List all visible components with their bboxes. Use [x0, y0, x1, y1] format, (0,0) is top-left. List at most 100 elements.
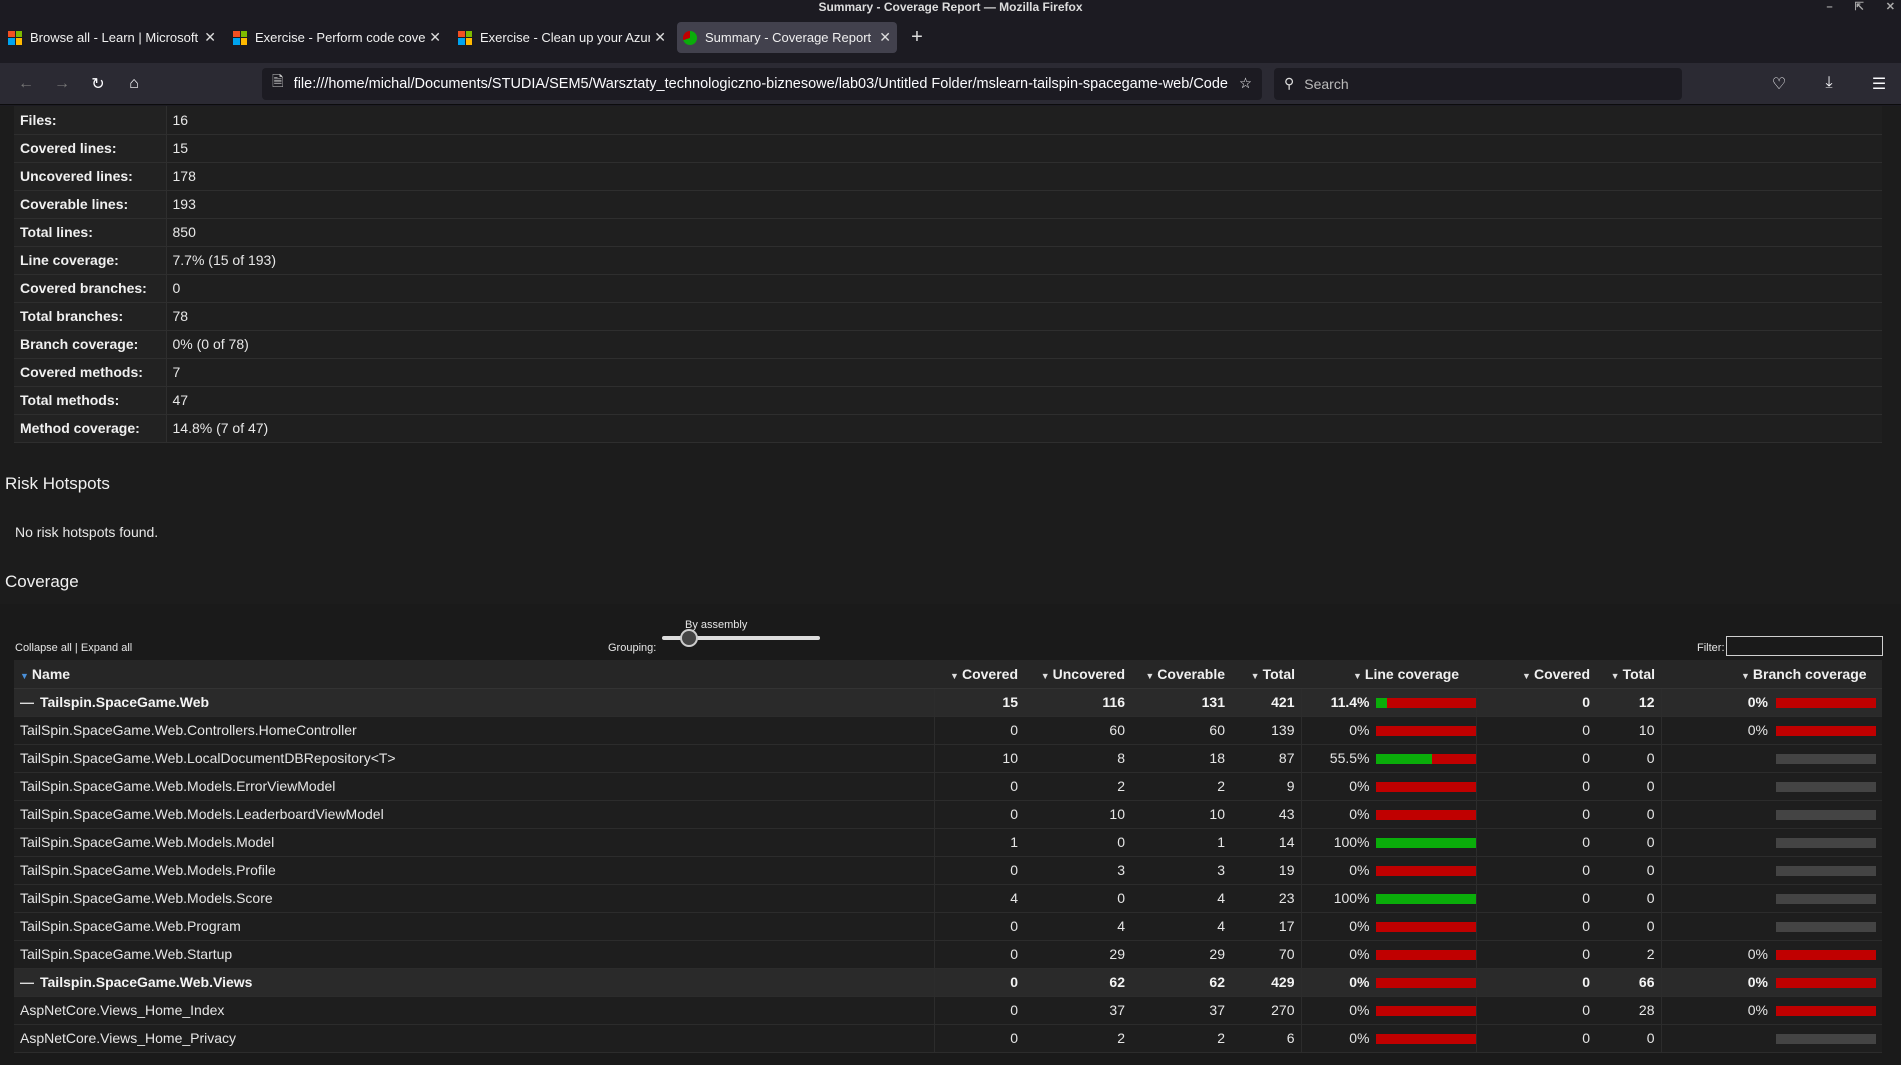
sort-arrow-icon: ▼ [1522, 670, 1531, 681]
class-row[interactable]: AspNetCore.Views_Home_Privacy 0 2 2 6 0% 0 0 [14, 1024, 1882, 1053]
download-icon[interactable]: ⤓ [1811, 74, 1847, 94]
restore-icon[interactable]: ⇱ [1855, 0, 1864, 14]
header-branch-total[interactable]: ▼ Total [1596, 660, 1661, 689]
name-cell: TailSpin.SpaceGame.Web.Controllers.HomeC… [14, 716, 935, 745]
url-text[interactable]: file:///home/michal/Documents/STUDIA/SEM… [294, 76, 1231, 92]
header-total[interactable]: ▼ Total [1231, 660, 1301, 689]
sort-arrow-icon: ▼ [1040, 670, 1050, 681]
forward-icon[interactable]: → [44, 75, 80, 93]
summary-row: Coverable lines: 193 [14, 190, 1882, 218]
url-bar[interactable]: 🗎 file:///home/michal/Documents/STUDIA/S… [262, 67, 1262, 100]
pocket-icon[interactable]: ♡ [1761, 74, 1797, 94]
line-coverage-cell: 0% [1300, 1024, 1476, 1053]
class-row[interactable]: TailSpin.SpaceGame.Web.Models.Leaderboar… [14, 800, 1882, 829]
branch-coverage-bar-empty [1776, 894, 1876, 905]
bookmark-star-icon[interactable]: ☆ [1239, 76, 1252, 92]
class-link[interactable]: TailSpin.SpaceGame.Web.Models.Score [20, 890, 273, 906]
collapse-all-link[interactable]: Collapse all [15, 642, 72, 654]
close-tab-icon[interactable]: ✕ [429, 29, 441, 46]
header-uncovered[interactable]: ▼ Uncovered [1024, 660, 1131, 689]
class-row[interactable]: TailSpin.SpaceGame.Web.Models.ErrorViewM… [14, 772, 1882, 801]
tab-title: Summary - Coverage Report [705, 30, 872, 45]
summary-row: Covered methods: 7 [14, 358, 1882, 386]
header-coverable[interactable]: ▼ Coverable [1131, 660, 1231, 689]
summary-label: Files: [14, 106, 166, 134]
close-tab-icon[interactable]: ✕ [204, 29, 216, 46]
line-coverage-pct: 0% [1349, 918, 1370, 934]
uncovered-cell: 4 [1024, 912, 1131, 941]
microsoft-icon [8, 30, 22, 45]
class-row[interactable]: TailSpin.SpaceGame.Web.Program 0 4 4 17 0% 0 0 [14, 912, 1882, 941]
header-name[interactable]: ▼ Name [14, 660, 934, 689]
close-tab-icon[interactable]: ✕ [654, 29, 666, 46]
assembly-row[interactable]: — Tailspin.SpaceGame.Web.Views 0 62 62 429 0% 0… [14, 968, 1882, 997]
report-icon [683, 30, 697, 45]
covered-cell: 1 [934, 828, 1024, 857]
summary-row: Branch coverage: 0% (0 of 78) [14, 330, 1882, 358]
summary-label: Method coverage: [14, 414, 166, 442]
uncovered-cell: 37 [1024, 996, 1131, 1025]
expand-all-link[interactable]: Expand all [81, 642, 132, 654]
tab-3[interactable]: Summary - Coverage Report ✕ [677, 22, 897, 53]
name-cell: — Tailspin.SpaceGame.Web.Views [14, 968, 935, 997]
name-cell: TailSpin.SpaceGame.Web.Startup [14, 940, 935, 969]
branch-coverage-bar-empty [1776, 866, 1876, 877]
header-covered[interactable]: ▼ Covered [934, 660, 1024, 689]
class-row[interactable]: TailSpin.SpaceGame.Web.Models.Profile 0 3 3… [14, 856, 1882, 885]
row-name: Tailspin.SpaceGame.Web [40, 694, 210, 710]
class-link[interactable]: TailSpin.SpaceGame.Web.LocalDocumentDBRe… [20, 750, 396, 766]
class-link[interactable]: TailSpin.SpaceGame.Web.Models.Profile [20, 862, 276, 878]
assembly-row[interactable]: — Tailspin.SpaceGame.Web 15 116 131 421 11.4% 0… [14, 688, 1882, 717]
line-coverage-bar [1375, 810, 1476, 821]
class-link[interactable]: AspNetCore.Views_Home_Privacy [20, 1030, 236, 1046]
home-icon[interactable]: ⌂ [116, 75, 152, 93]
class-row[interactable]: AspNetCore.Views_Home_Index 0 37 37 270 0% 0 28… [14, 996, 1882, 1025]
class-link[interactable]: TailSpin.SpaceGame.Web.Startup [20, 946, 232, 962]
tab-0[interactable]: Browse all - Learn | Microsoft ✕ [2, 22, 222, 53]
branch-total-cell: 0 [1596, 1024, 1661, 1053]
class-link[interactable]: TailSpin.SpaceGame.Web.Models.ErrorViewM… [20, 778, 335, 794]
branch-coverage-cell: 0% [1660, 940, 1882, 969]
coverable-cell: 4 [1131, 884, 1231, 913]
name-cell: AspNetCore.Views_Home_Privacy [14, 1024, 935, 1053]
class-row[interactable]: TailSpin.SpaceGame.Web.Models.Model 1 0 1 14… [14, 828, 1882, 857]
close-tab-icon[interactable]: ✕ [879, 29, 891, 46]
class-row[interactable]: TailSpin.SpaceGame.Web.Startup 0 29 29 70 0% 0… [14, 940, 1882, 969]
class-link[interactable]: TailSpin.SpaceGame.Web.Models.Leaderboar… [20, 806, 384, 822]
summary-table: Files: 16 Covered lines: 15 Uncovered lines:… [14, 106, 1882, 443]
class-link[interactable]: TailSpin.SpaceGame.Web.Models.Model [20, 834, 274, 850]
class-row[interactable]: TailSpin.SpaceGame.Web.Models.Score 4 0 4 23… [14, 884, 1882, 913]
header-branch-coverage[interactable]: ▼ Branch coverage [1661, 660, 1882, 689]
total-cell: 43 [1231, 800, 1301, 829]
summary-label: Uncovered lines: [14, 162, 166, 190]
header-branch-covered[interactable]: ▼ Covered [1476, 660, 1596, 689]
menu-icon[interactable]: ☰ [1861, 74, 1897, 94]
tab-1[interactable]: Exercise - Perform code coverage✕ [227, 22, 447, 53]
grouping-slider-handle[interactable] [680, 629, 698, 647]
filter-input[interactable] [1726, 636, 1883, 656]
collapse-icon[interactable]: — [20, 694, 34, 710]
close-icon[interactable]: ✕ [1886, 0, 1895, 14]
header-line-coverage[interactable]: ▼ Line coverage [1301, 660, 1476, 689]
search-icon: ⚲ [1284, 75, 1295, 91]
class-row[interactable]: TailSpin.SpaceGame.Web.LocalDocumentDBRe… [14, 744, 1882, 773]
search-placeholder[interactable]: Search [1304, 76, 1348, 92]
line-coverage-bar [1375, 1034, 1476, 1045]
line-coverage-bar [1375, 782, 1476, 793]
toolbar-right: ♡ ⤓ ☰ [1761, 74, 1901, 94]
search-bar[interactable]: ⚲ Search [1274, 67, 1682, 100]
name-cell: AspNetCore.Views_Home_Index [14, 996, 935, 1025]
back-icon[interactable]: ← [8, 75, 44, 93]
class-link[interactable]: TailSpin.SpaceGame.Web.Controllers.HomeC… [20, 722, 357, 738]
class-row[interactable]: TailSpin.SpaceGame.Web.Controllers.HomeC… [14, 716, 1882, 745]
sort-arrow-icon: ▼ [1353, 670, 1362, 681]
line-coverage-bar [1375, 698, 1476, 709]
collapse-icon[interactable]: — [20, 974, 34, 990]
class-link[interactable]: AspNetCore.Views_Home_Index [20, 1002, 224, 1018]
tab-2[interactable]: Exercise - Clean up your Azure ✕ [452, 22, 672, 53]
minimize-icon[interactable]: – [1826, 0, 1832, 14]
new-tab-button[interactable]: + [902, 22, 932, 53]
coverable-cell: 29 [1131, 940, 1231, 969]
reload-icon[interactable]: ↻ [80, 74, 116, 94]
class-link[interactable]: TailSpin.SpaceGame.Web.Program [20, 918, 241, 934]
